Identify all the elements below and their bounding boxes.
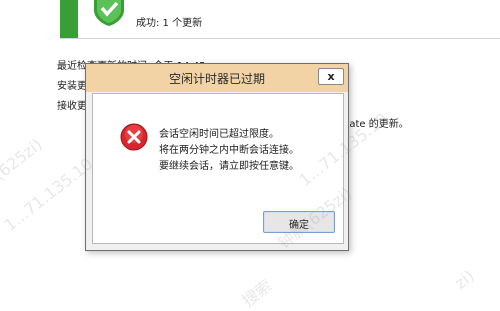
ok-button-label: 确定 [289, 220, 309, 231]
receive-line: 接收更 [57, 101, 87, 112]
ok-button[interactable]: 确定 [263, 211, 335, 233]
idle-timer-dialog: 空闲计时器已过期 x 会话空闲时间已超过限度。 将在两分钟之内中断会话连接。 要… [85, 63, 349, 251]
update-status-text: 成功: 1 个更新 [136, 18, 203, 29]
dialog-titlebar[interactable]: 空闲计时器已过期 x [86, 64, 348, 92]
status-success-stripe [60, 0, 78, 38]
watermark-text: 搜索 [238, 275, 276, 311]
error-icon [120, 123, 148, 151]
shield-check-icon [94, 0, 124, 26]
install-line: 安装更 [57, 81, 87, 92]
message-line-3: 要继续会话，请立即按任意键。 [159, 161, 299, 172]
watermark-text: 1...71.135.10 [0, 154, 97, 235]
message-line-1: 会话空闲时间已超过限度。 [159, 129, 279, 140]
dialog-body: 会话空闲时间已超过限度。 将在两分钟之内中断会话连接。 要继续会话，请立即按任意… [92, 93, 344, 244]
close-button[interactable]: x [318, 68, 344, 85]
close-icon: x [327, 70, 335, 83]
dialog-title: 空闲计时器已过期 [168, 72, 265, 86]
message-line-2: 将在两分钟之内中断会话连接。 [159, 145, 299, 156]
watermark-text: zi) [451, 266, 478, 293]
watermark-text: (625zi) [0, 134, 46, 185]
receive-line-tail: date 的更新。 [343, 119, 409, 130]
